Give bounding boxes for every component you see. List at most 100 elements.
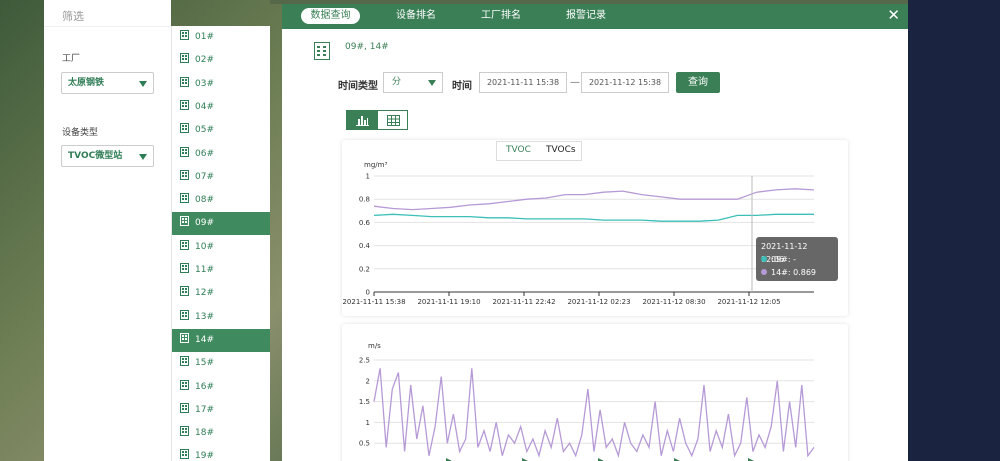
tab-data-query[interactable]: 数据查询 — [301, 8, 360, 24]
device-label: 10# — [195, 241, 214, 252]
selected-devices: 09#, 14# — [345, 42, 389, 52]
chart-view-button[interactable] — [346, 110, 378, 130]
device-label: 19# — [195, 451, 214, 461]
device-type-select-value: TVOC微型站 — [68, 151, 123, 161]
factory-select[interactable]: 太原钢铁 — [61, 72, 154, 94]
x-tick-label: 2021-11-12 02:23 — [567, 298, 630, 306]
y-tick-label: 1 — [366, 173, 370, 181]
time-type-select[interactable]: 分 — [383, 72, 443, 93]
tvoc-chart-card: mg/m³ 0 0.2 0.4 0.6 0.8 1 2021-11-11 15:38 2021-… — [342, 140, 848, 316]
y-tick-label: 2 — [366, 377, 370, 385]
tab-bar: 数据查询 设备排名 工厂排名 报警记录 ✕ — [282, 4, 908, 29]
device-item[interactable]: 13# — [172, 306, 270, 329]
building-icon — [180, 332, 189, 343]
building-icon — [180, 449, 189, 460]
device-item[interactable]: 10# — [172, 236, 270, 259]
building-icon — [180, 53, 189, 64]
metric-tab-tvocs[interactable]: TVOCs — [546, 145, 576, 155]
y-tick-label: 0.4 — [359, 242, 371, 250]
y-tick-label: 0 — [366, 289, 370, 297]
device-label: 07# — [195, 171, 214, 182]
building-icon — [180, 286, 189, 297]
device-label: 08# — [195, 195, 214, 206]
filter-panel: 筛选 工厂 太原钢铁 设备类型 TVOC微型站 — [44, 0, 171, 461]
device-item[interactable]: 12# — [172, 282, 270, 305]
device-label: 03# — [195, 78, 214, 89]
time-type-value: 分 — [392, 77, 402, 87]
device-item[interactable]: 05# — [172, 119, 270, 142]
building-icon — [180, 402, 189, 413]
building-icon — [180, 356, 189, 367]
y-tick-label: 0.5 — [359, 440, 370, 448]
caret-down-icon — [428, 80, 436, 86]
device-label: 15# — [195, 358, 214, 369]
device-item[interactable]: 09# — [172, 212, 270, 236]
close-icon[interactable]: ✕ — [887, 7, 900, 23]
table-view-button[interactable] — [377, 110, 408, 130]
x-tick-label: 2021-11-12 12:05 — [717, 298, 780, 306]
device-item[interactable]: 11# — [172, 259, 270, 282]
device-label: 13# — [195, 311, 214, 322]
device-item[interactable]: 15# — [172, 352, 270, 375]
device-label: 14# — [195, 334, 214, 345]
y-tick-label: 0.6 — [359, 219, 371, 227]
table-icon — [387, 115, 400, 126]
device-item[interactable]: 02# — [172, 49, 270, 72]
device-item[interactable]: 01# — [172, 26, 270, 49]
y-tick-label: 2.5 — [359, 357, 370, 365]
device-item[interactable]: 19# — [172, 445, 270, 461]
wind-chart-card: m/s00.511.522.5 — [342, 324, 848, 461]
building-icon — [180, 193, 189, 204]
device-label: 06# — [195, 148, 214, 159]
building-icon — [180, 309, 189, 320]
device-label: 12# — [195, 288, 214, 299]
device-type-label: 设备类型 — [62, 128, 99, 138]
device-label: 02# — [195, 55, 214, 66]
bar-chart-icon — [356, 116, 369, 126]
device-item[interactable]: 03# — [172, 73, 270, 96]
building-icon — [180, 216, 189, 227]
filter-divider — [44, 26, 171, 27]
x-tick-label: 2021-11-11 19:10 — [417, 298, 480, 306]
device-item[interactable]: 14# — [172, 328, 270, 352]
device-label: 16# — [195, 381, 214, 392]
device-label: 04# — [195, 101, 214, 112]
building-icon — [180, 123, 189, 134]
metric-tab-tvoc[interactable]: TVOC — [506, 145, 531, 155]
series-dot-09 — [761, 256, 767, 262]
tooltip-row-14: 14#: 0.869 — [771, 268, 817, 277]
building-icon — [180, 379, 189, 390]
building-icon — [180, 146, 189, 157]
query-button[interactable]: 查询 — [676, 72, 720, 93]
series-dot-14 — [761, 269, 767, 275]
device-item[interactable]: 17# — [172, 399, 270, 422]
series-line-14 — [373, 368, 815, 459]
device-label: 17# — [195, 404, 214, 415]
device-item[interactable]: 07# — [172, 166, 270, 189]
filter-title: 筛选 — [62, 10, 84, 23]
caret-down-icon — [139, 81, 147, 87]
start-date-input[interactable]: 2021-11-11 15:38 — [479, 72, 567, 93]
tooltip-row-09: 09#: - — [771, 255, 797, 264]
y-axis-unit: mg/m³ — [364, 161, 387, 169]
tab-device-ranking[interactable]: 设备排名 — [388, 8, 444, 24]
range-separator: — — [570, 77, 580, 88]
device-item[interactable]: 04# — [172, 96, 270, 119]
building-icon — [180, 169, 189, 180]
right-dark-panel — [908, 0, 1000, 461]
device-type-select[interactable]: TVOC微型站 — [61, 145, 154, 167]
end-date-input[interactable]: 2021-11-12 15:38 — [581, 72, 669, 93]
device-list: 01# 02# 03# 04# 05# 06# 07# 08# 09# 10# 11# 12# 13# 1… — [172, 26, 270, 461]
y-tick-label: 1.5 — [359, 398, 370, 406]
building-icon — [180, 426, 189, 437]
device-item[interactable]: 08# — [172, 189, 270, 212]
chart-tooltip: 2021-11-12 12:06 09#: - 14#: 0.869 — [756, 237, 838, 281]
device-label: 11# — [195, 265, 214, 275]
building-icon — [180, 263, 189, 273]
tab-alarm-records[interactable]: 报警记录 — [558, 8, 614, 24]
time-type-label: 时间类型 — [338, 81, 378, 92]
device-item[interactable]: 06# — [172, 143, 270, 166]
device-item[interactable]: 18# — [172, 422, 270, 445]
tab-factory-ranking[interactable]: 工厂排名 — [473, 8, 529, 24]
device-item[interactable]: 16# — [172, 376, 270, 399]
